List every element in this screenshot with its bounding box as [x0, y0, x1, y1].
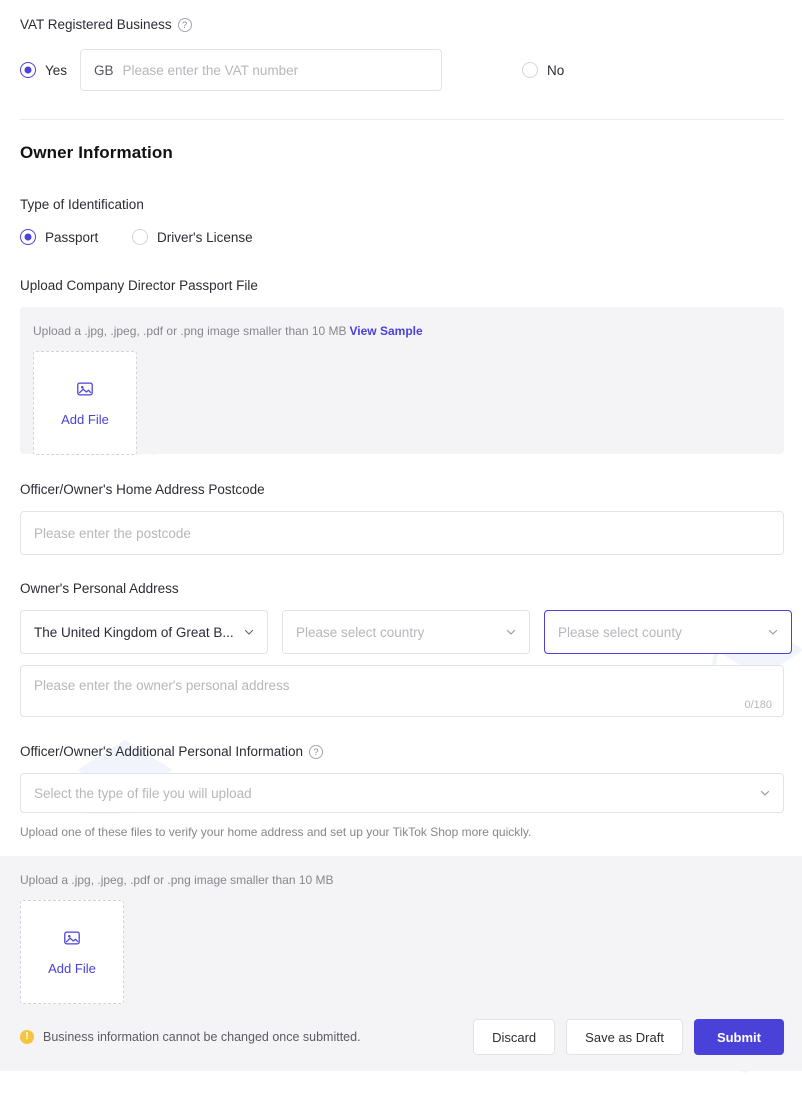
additional-upload-hint: Upload a .jpg, .jpeg, .pdf or .png image…	[20, 873, 334, 887]
image-placeholder-icon	[76, 380, 94, 403]
character-counter: 0/180	[744, 699, 772, 711]
identification-radio-passport-label: Passport	[45, 229, 99, 245]
vat-registered-label: VAT Registered Business ?	[20, 16, 784, 34]
submit-button[interactable]: Submit	[693, 1019, 784, 1055]
passport-upload-label: Upload Company Director Passport File	[20, 277, 784, 295]
discard-button[interactable]: Discard	[473, 1019, 556, 1055]
warning-circle-icon: !	[20, 1030, 34, 1044]
radio-dot-icon	[20, 229, 36, 245]
form-footer: ! Business information cannot be changed…	[0, 1003, 802, 1071]
vat-registered-label-text: VAT Registered Business	[20, 17, 172, 32]
passport-upload-label-text: Upload Company Director Passport File	[20, 278, 258, 293]
additional-info-label: Officer/Owner's Additional Personal Info…	[20, 743, 784, 761]
type-of-identification-label-text: Type of Identification	[20, 197, 144, 212]
county-select[interactable]: Please select county	[544, 610, 792, 654]
vat-radio-no-label: No	[547, 62, 565, 78]
footer-actions: Discard Save as Draft Submit	[473, 1019, 784, 1055]
personal-address-label-text: Owner's Personal Address	[20, 581, 179, 596]
country-select[interactable]: Please select country	[282, 610, 530, 654]
chevron-down-icon	[505, 626, 517, 638]
section-divider	[20, 119, 784, 120]
chevron-down-icon	[243, 626, 255, 638]
file-type-select[interactable]: Select the type of file you will upload	[20, 773, 784, 813]
owner-information-title: Owner Information	[20, 143, 173, 162]
postcode-label-text: Officer/Owner's Home Address Postcode	[20, 482, 265, 497]
radio-dot-icon	[522, 62, 538, 78]
vat-country-prefix: GB	[94, 62, 114, 78]
identification-radio-drivers-license[interactable]: Driver's License	[132, 229, 253, 245]
identification-radio-drivers-license-label: Driver's License	[157, 229, 253, 245]
additional-info-note: Upload one of these files to verify your…	[20, 825, 532, 839]
postcode-label: Officer/Owner's Home Address Postcode	[20, 481, 784, 499]
region-select-value: The United Kingdom of Great B...	[34, 624, 234, 640]
question-circle-icon[interactable]: ?	[308, 745, 323, 759]
vat-radio-no[interactable]: No	[522, 62, 564, 78]
business-information-form: SELLER SELLER VAT Registered Business ?	[0, 0, 802, 1098]
footer-warning-text: Business information cannot be changed o…	[43, 1030, 361, 1044]
postcode-placeholder: Please enter the postcode	[34, 525, 191, 541]
chevron-down-icon	[767, 626, 779, 638]
additional-upload-panel: Upload a .jpg, .jpeg, .pdf or .png image…	[0, 856, 802, 1004]
personal-address-placeholder: Please enter the owner's personal addres…	[34, 678, 290, 693]
save-as-draft-button[interactable]: Save as Draft	[566, 1019, 683, 1055]
country-select-placeholder: Please select country	[296, 624, 425, 640]
type-of-identification-label: Type of Identification	[20, 196, 784, 214]
vat-number-input[interactable]: GB Please enter the VAT number	[80, 49, 442, 91]
vat-radio-yes-label: Yes	[45, 62, 68, 78]
region-select[interactable]: The United Kingdom of Great B...	[20, 610, 268, 654]
passport-add-file-button[interactable]: Add File	[33, 351, 137, 455]
passport-upload-hint: Upload a .jpg, .jpeg, .pdf or .png image…	[33, 323, 770, 339]
question-circle-icon[interactable]: ?	[177, 18, 192, 32]
additional-info-label-text: Officer/Owner's Additional Personal Info…	[20, 744, 303, 759]
image-placeholder-icon	[63, 929, 81, 952]
view-sample-link[interactable]: View Sample	[350, 324, 423, 338]
vat-radio-yes[interactable]: Yes	[20, 62, 78, 78]
passport-add-file-label: Add File	[61, 411, 109, 427]
passport-upload-hint-text: Upload a .jpg, .jpeg, .pdf or .png image…	[33, 324, 347, 338]
additional-add-file-button[interactable]: Add File	[20, 900, 124, 1004]
file-type-select-placeholder: Select the type of file you will upload	[34, 785, 252, 801]
identification-radio-passport[interactable]: Passport	[20, 229, 132, 245]
footer-warning: ! Business information cannot be changed…	[20, 1030, 361, 1044]
chevron-down-icon	[759, 787, 771, 799]
county-select-placeholder: Please select county	[558, 624, 682, 640]
additional-add-file-label: Add File	[48, 960, 96, 976]
vat-number-placeholder: Please enter the VAT number	[122, 62, 299, 78]
radio-dot-icon	[132, 229, 148, 245]
radio-dot-icon	[20, 62, 36, 78]
personal-address-label: Owner's Personal Address	[20, 580, 784, 598]
personal-address-textarea[interactable]: Please enter the owner's personal addres…	[20, 665, 784, 717]
passport-upload-panel: Upload a .jpg, .jpeg, .pdf or .png image…	[20, 307, 784, 455]
postcode-input[interactable]: Please enter the postcode	[20, 511, 784, 555]
